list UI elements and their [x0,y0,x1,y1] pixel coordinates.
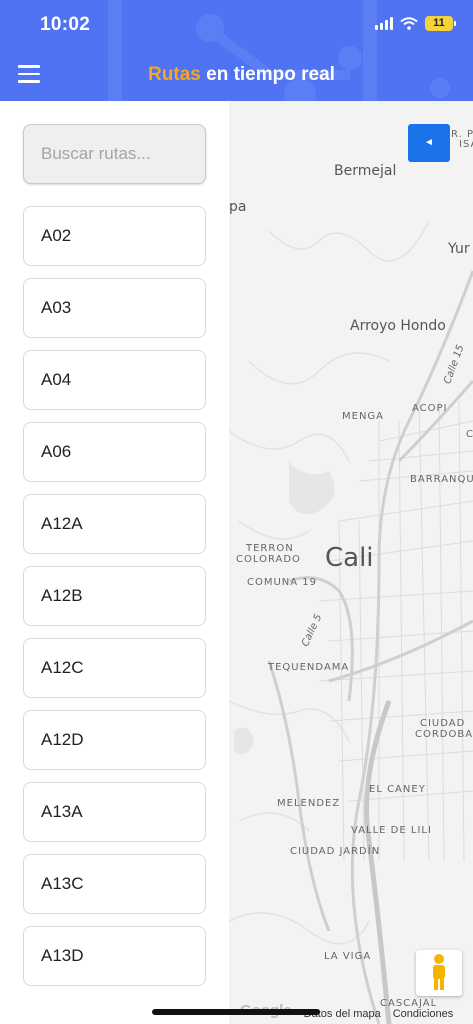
route-item[interactable]: A12D [23,710,206,770]
map-label-acopi: ACOPI [412,403,448,414]
routes-sidebar: A02 A03 A04 A06 A12A A12B A12C A12D A13A… [0,101,229,1024]
map-label-el-caney: EL CANEY [369,784,426,795]
map-label-bermejal: Bermejal [334,163,397,179]
map-label-cali: Cali [325,543,374,573]
route-item[interactable]: A04 [23,350,206,410]
map-label-menga: MENGA [342,411,385,422]
map-label-barranqu: BARRANQU [410,474,473,485]
route-item[interactable]: A13C [23,854,206,914]
title-accent: Rutas [148,64,201,85]
cellular-signal-icon [375,17,393,30]
map-label-melendez: MELENDEZ [277,798,341,809]
street-view-button[interactable] [416,950,462,996]
battery-icon: 11 [425,16,456,31]
route-item[interactable]: A02 [23,206,206,266]
map-label-cordoba: CORDOBA [415,729,473,740]
route-item[interactable]: A12B [23,566,206,626]
map-label-comuna-19: COMUNA 19 [247,577,318,588]
title-rest: en tiempo real [200,64,335,85]
map-label-corner-top-2: ISA [459,139,473,150]
map-label-ciudad: CIUDAD [420,718,466,729]
map-label-terron: TERRON [246,543,294,554]
route-item[interactable]: A12C [23,638,206,698]
map-collapse-button[interactable]: ◄ [408,124,450,162]
page-title: Rutas en tiempo real [0,64,473,86]
map-label-corner-c: C [466,429,473,440]
map-terms-link[interactable]: Condiciones [393,1008,454,1020]
map-label-la-viga: LA VIGA [324,951,372,962]
route-item[interactable]: A13A [23,782,206,842]
map-label-yur: Yur [448,241,470,257]
status-indicators: 11 [375,16,456,31]
map-label-arroyo-hondo: Arroyo Hondo [350,318,446,334]
route-item[interactable]: A06 [23,422,206,482]
map-label-colorado: COLORADO [236,554,301,565]
route-item[interactable]: A03 [23,278,206,338]
wifi-icon [400,17,418,30]
status-time: 10:02 [40,14,91,35]
map-label-ciudad-jardin: CIUDAD JARDÍN [290,846,381,857]
route-item[interactable]: A12A [23,494,206,554]
map-label-pa: pa [229,199,247,215]
map-label-valle-de-lili: VALLE DE LILI [351,825,432,836]
map-label-tequendama: TEQUENDAMA [268,662,350,673]
pegman-icon [433,954,445,990]
route-item[interactable]: A13D [23,926,206,986]
home-indicator[interactable] [152,1009,320,1015]
search-input[interactable] [23,124,206,184]
map-view[interactable]: Bermejal pa Yur Arroyo Hondo Calle 15 ME… [229,101,473,1024]
app-header: 10:02 11 Rutas en tiempo real [0,0,473,101]
